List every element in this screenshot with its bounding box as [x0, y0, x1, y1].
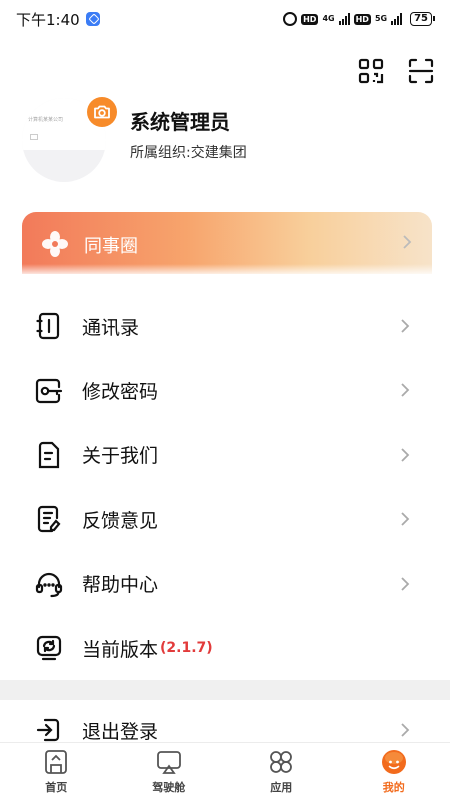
colleague-circle-icon: [40, 229, 70, 259]
notification-app-icon: [85, 12, 100, 26]
menu-item-feedback[interactable]: 反馈意见: [0, 487, 450, 551]
chevron-right-icon: [400, 511, 410, 527]
nav-label: 应用: [270, 781, 293, 794]
key-icon: [34, 376, 64, 406]
bottom-navigation: 首页 驾驶舱 应用 我的: [0, 742, 450, 800]
qr-code-icon[interactable]: [358, 58, 384, 84]
status-time: 下午1:40: [16, 10, 80, 29]
hd-badge-2: HD: [353, 13, 371, 25]
version-number: (2.1.7): [160, 640, 213, 657]
menu-item-help-center[interactable]: 帮助中心: [0, 552, 450, 616]
colleague-circle-banner[interactable]: 同事圈: [22, 212, 432, 274]
nav-item-apps[interactable]: 应用: [225, 743, 338, 800]
menu-label: 关于我们: [82, 445, 159, 468]
alarm-icon: [283, 12, 298, 26]
camera-icon: [94, 105, 110, 119]
menu-label: 反馈意见: [82, 509, 159, 532]
banner-label: 同事圈: [84, 236, 138, 257]
user-org: 所属组织:交建集团: [130, 145, 247, 161]
nav-label: 驾驶舱: [152, 781, 186, 794]
avatar-cover-text: 计算机某某公司: [28, 117, 64, 123]
chevron-right-icon: [400, 447, 410, 463]
signal-icon-2: [391, 13, 403, 25]
chevron-right-icon: [400, 318, 410, 334]
menu-label: 修改密码: [82, 381, 159, 404]
apps-icon: [270, 751, 293, 773]
battery-indicator: 75: [410, 12, 435, 26]
menu-label: 当前版本: [82, 638, 159, 661]
avatar-cover-box: [30, 134, 38, 140]
section-separator: [0, 680, 450, 700]
nav-item-home[interactable]: 首页: [0, 743, 113, 800]
menu-item-change-password[interactable]: 修改密码: [0, 358, 450, 422]
settings-menu: 通讯录 修改密码 关于我们 反馈意见 帮助中心 当前版本 (2.1.7): [0, 294, 450, 680]
home-icon: [45, 750, 68, 774]
menu-label: 退出登录: [82, 720, 159, 743]
contacts-icon: [34, 311, 64, 341]
chevron-right-icon: [400, 382, 410, 398]
menu-label: 帮助中心: [82, 574, 159, 597]
chevron-right-icon: [400, 722, 410, 738]
chevron-right-icon: [402, 234, 412, 250]
document-icon: [34, 440, 64, 470]
version-icon: [34, 633, 64, 663]
network-4g-label: 4G: [322, 14, 335, 23]
menu-item-current-version[interactable]: 当前版本 (2.1.7): [0, 616, 450, 680]
user-name: 系统管理员: [130, 110, 230, 134]
logout-icon: [34, 715, 64, 745]
nav-item-cockpit[interactable]: 驾驶舱: [113, 743, 226, 800]
feedback-icon: [34, 504, 64, 534]
menu-item-about-us[interactable]: 关于我们: [0, 423, 450, 487]
camera-button[interactable]: [87, 97, 117, 127]
signal-icon: [338, 13, 350, 25]
status-right: HD 4G HD 5G 75: [283, 12, 435, 26]
header-actions: [358, 58, 434, 84]
status-bar: 下午1:40 HD 4G HD 5G 75: [0, 0, 450, 38]
nav-item-profile[interactable]: 我的: [338, 743, 450, 800]
menu-label: 通讯录: [82, 316, 140, 339]
headset-icon: [34, 569, 64, 599]
scan-icon[interactable]: [408, 58, 434, 84]
status-left: 下午1:40: [16, 9, 100, 30]
network-5g-label: 5G: [374, 14, 388, 23]
nav-label: 首页: [45, 781, 68, 794]
hd-badge: HD: [301, 13, 319, 25]
profile-icon: [381, 750, 406, 774]
cockpit-icon: [156, 751, 181, 774]
nav-label: 我的: [382, 781, 405, 794]
menu-item-contacts[interactable]: 通讯录: [0, 294, 450, 358]
chevron-right-icon: [400, 576, 410, 592]
